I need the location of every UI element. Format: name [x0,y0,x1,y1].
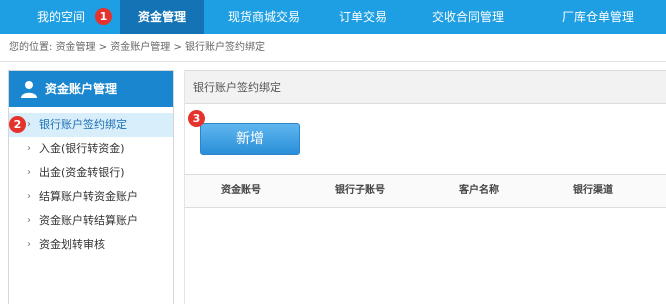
user-icon [21,81,37,98]
sidebar-item-label: 结算账户转资金账户 [39,190,138,203]
sidebar-item-label: 资金账户转结算账户 [39,214,138,227]
sidebar: 资金账户管理 › 银行账户签约绑定 › 入金(银行转资金) › 出金(资金转银行… [8,70,174,304]
sidebar-item-label: 入金(银行转资金) [39,142,125,155]
sidebar-item-bank-binding[interactable]: › 银行账户签约绑定 [9,113,173,137]
table-header: 资金账号 银行子账号 客户名称 银行渠道 [185,174,666,208]
column-header-customer-name: 客户名称 [459,185,499,196]
column-header-bank-sub-account: 银行子账号 [335,185,385,196]
nav-delivery-contract[interactable]: 交收合同管理 [410,0,526,34]
step-badge-2: 2 [9,116,26,133]
step-badge-1: 1 [95,8,112,25]
sidebar-item-withdraw[interactable]: › 出金(资金转银行) [9,161,173,185]
nav-warehouse-receipt[interactable]: 厂库仓单管理 [540,0,656,34]
step-badge-3: 3 [188,110,205,127]
sidebar-title: 资金账户管理 [45,82,118,96]
sidebar-header: 资金账户管理 [9,71,173,107]
sidebar-item-transfer-review[interactable]: › 资金划转审核 [9,233,173,257]
chevron-right-icon: › [27,119,31,130]
chevron-right-icon: › [27,239,31,250]
sidebar-item-label: 出金(资金转银行) [39,166,125,179]
nav-my-space[interactable]: 我的空间 [20,0,102,34]
chevron-right-icon: › [27,215,31,226]
column-header-bank-channel: 银行渠道 [573,185,613,196]
content-title: 银行账户签约绑定 [185,70,666,104]
main-content: 银行账户签约绑定 新增 资金账号 银行子账号 客户名称 银行渠道 [184,70,666,304]
chevron-right-icon: › [27,191,31,202]
sidebar-item-fund-to-settlement[interactable]: › 资金账户转结算账户 [9,209,173,233]
chevron-right-icon: › [27,143,31,154]
nav-spot-mall[interactable]: 现货商城交易 [215,0,313,34]
sidebar-item-deposit[interactable]: › 入金(银行转资金) [9,137,173,161]
breadcrumb: 您的位置: 资金管理 > 资金账户管理 > 银行账户签约绑定 [0,34,666,62]
sidebar-item-label: 银行账户签约绑定 [39,118,127,131]
sidebar-item-label: 资金划转审核 [39,238,105,251]
nav-order-trading[interactable]: 订单交易 [325,0,401,34]
breadcrumb-prefix: 您的位置: [9,42,53,53]
nav-fund-management[interactable]: 资金管理 [120,0,204,34]
breadcrumb-path: 资金管理 > 资金账户管理 > 银行账户签约绑定 [55,42,266,53]
add-button[interactable]: 新增 [200,123,300,155]
column-header-fund-account: 资金账号 [221,185,261,196]
sidebar-item-settlement-to-fund[interactable]: › 结算账户转资金账户 [9,185,173,209]
chevron-right-icon: › [27,167,31,178]
